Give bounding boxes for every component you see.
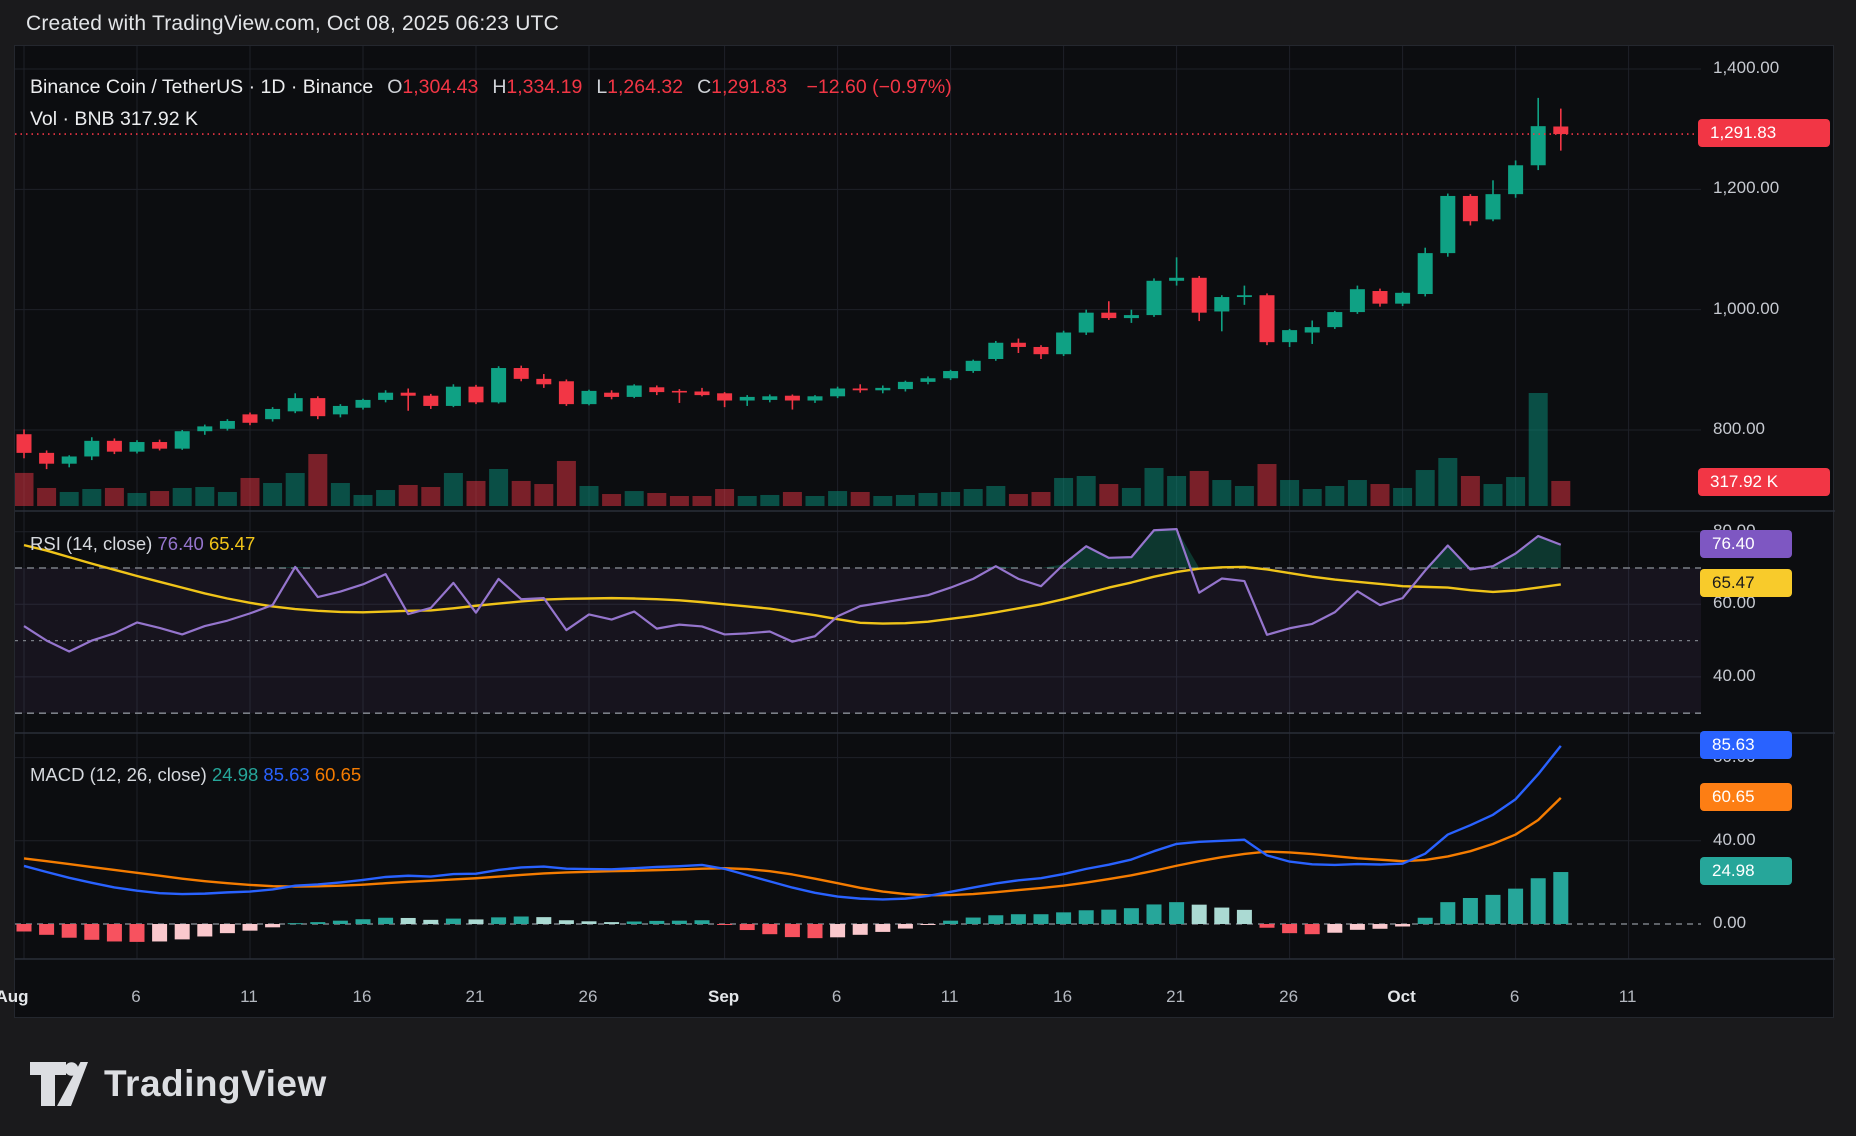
price-tick: 1,000.00 [1713,298,1779,320]
symbol-title: Binance Coin / TetherUS · 1D · Binance [30,76,373,98]
tradingview-snapshot: Created with TradingView.com, Oct 08, 20… [0,0,1856,1136]
macd-label: MACD (12, 26, close) [30,764,207,785]
time-tick-11: 11 [941,986,959,1008]
time-tick-sep: Sep [708,986,739,1008]
chart-canvas[interactable] [15,46,1835,1019]
tradingview-logo-text: TradingView [104,1063,327,1105]
macd-tick: 0.00 [1713,912,1746,934]
macd-signal-badge: 60.65 [1700,783,1792,811]
macd-badge: 85.63 [1700,731,1792,759]
macd-legend[interactable]: MACD (12, 26, close) 24.98 85.63 60.65 [30,764,361,786]
tradingview-logo: TradingView [30,1062,327,1106]
rsi-ma-badge: 65.47 [1700,569,1792,597]
rsi-tick: 40.00 [1713,665,1756,687]
rsi-ma-value: 65.47 [209,533,255,554]
macd-value: 85.63 [263,764,309,785]
time-tick-21: 21 [466,986,485,1008]
macd-signal-line [24,798,1561,895]
price-tick: 1,200.00 [1713,177,1779,199]
rsi-badge: 76.40 [1700,530,1792,558]
time-tick-16: 16 [1053,986,1072,1008]
volume-legend[interactable]: Vol · BNB 317.92 K [30,108,198,131]
macd-hist-badge: 24.98 [1700,857,1792,885]
time-tick-26: 26 [1279,986,1298,1008]
time-tick-21: 21 [1166,986,1185,1008]
candles [17,98,1569,469]
time-tick-6: 6 [1510,986,1519,1008]
chart-widget[interactable] [14,45,1834,1018]
ohlc-values: O1,304.43H1,334.19L1,264.32C1,291.83 [387,76,801,98]
created-with-text: Created with TradingView.com, Oct 08, 20… [26,12,559,36]
macd-signal-value: 60.65 [315,764,361,785]
price-tick: 1,400.00 [1713,57,1779,79]
volume-badge: 317.92 K [1698,468,1830,496]
rsi-value: 76.40 [158,533,204,554]
volume-bars [15,393,1570,506]
price-badge: 1,291.83 [1698,119,1830,147]
volume-label: Vol · BNB [30,108,115,130]
time-tick-6: 6 [832,986,841,1008]
volume-value: 317.92 K [120,108,198,130]
time-tick-oct: Oct [1387,986,1415,1008]
time-tick-11: 11 [1619,986,1637,1008]
time-tick-aug: Aug [0,986,29,1008]
time-tick-26: 26 [579,986,598,1008]
rsi-legend[interactable]: RSI (14, close) 76.40 65.47 [30,533,255,555]
price-tick: 800.00 [1713,418,1765,440]
time-tick-6: 6 [131,986,140,1008]
symbol-legend[interactable]: Binance Coin / TetherUS · 1D · Binance O1… [30,76,952,99]
macd-hist-value: 24.98 [212,764,258,785]
macd-histogram [17,872,1569,942]
rsi-label: RSI (14, close) [30,533,152,554]
time-tick-16: 16 [353,986,372,1008]
time-tick-11: 11 [240,986,258,1008]
change-value: −12.60 (−0.97%) [807,76,952,98]
macd-tick: 40.00 [1713,829,1756,851]
tradingview-logo-icon [30,1062,88,1106]
